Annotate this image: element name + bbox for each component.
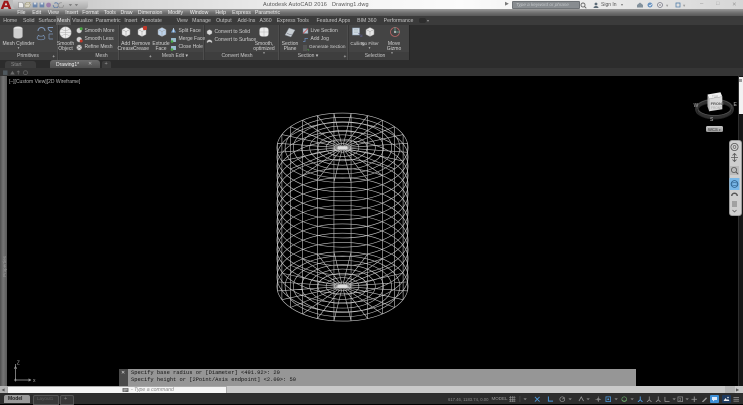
svg-text:▾: ▾ bbox=[666, 3, 669, 8]
svg-text:FRONT: FRONT bbox=[711, 106, 722, 110]
svg-text:x: x bbox=[33, 378, 36, 384]
svg-text:▾: ▾ bbox=[683, 3, 686, 8]
svg-text:E: E bbox=[734, 102, 738, 108]
svg-text:Z: Z bbox=[17, 361, 20, 367]
svg-text:W: W bbox=[694, 103, 699, 109]
svg-text:TOP: TOP bbox=[712, 95, 718, 99]
